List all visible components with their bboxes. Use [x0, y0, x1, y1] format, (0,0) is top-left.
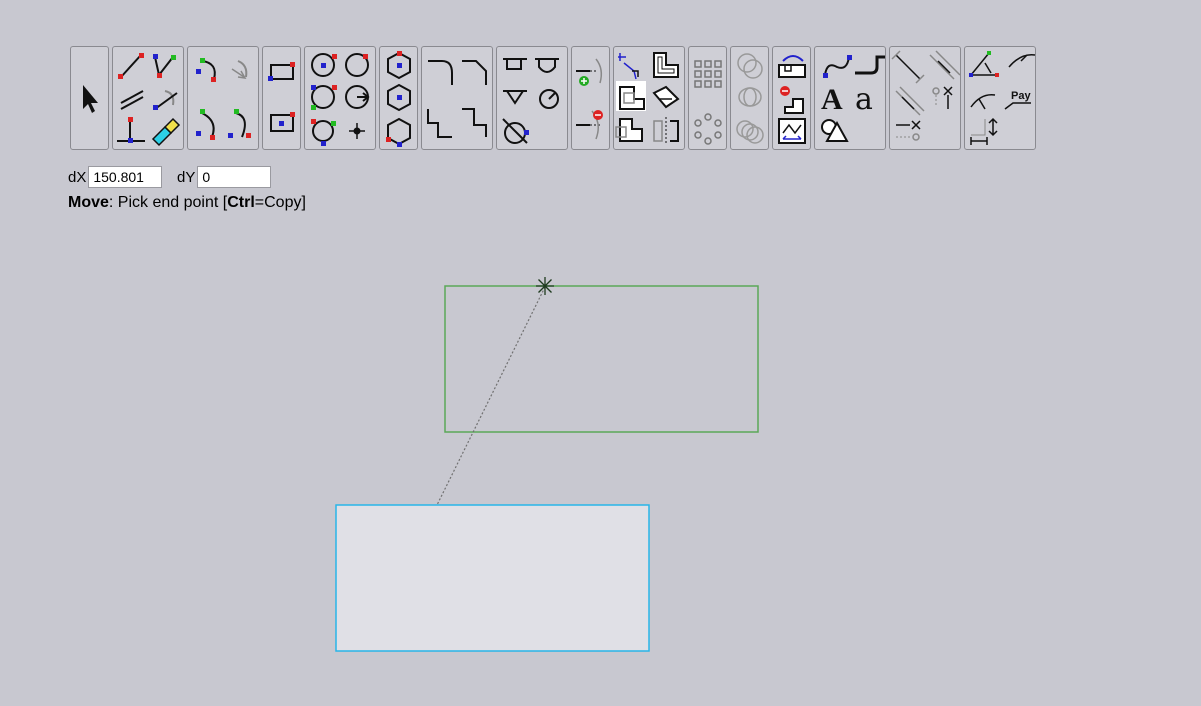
modifier-key: Ctrl	[227, 194, 255, 211]
circle-center-icon[interactable]	[311, 53, 337, 77]
toolbar-group-constraints	[889, 46, 961, 150]
arc-start-end-icon[interactable]	[196, 109, 215, 140]
trim-remove-icon[interactable]	[576, 110, 603, 140]
dy-input[interactable]	[197, 166, 272, 188]
ghost-rectangle	[444, 285, 759, 433]
snap-point-icon	[536, 277, 554, 295]
freehand-pencil-icon[interactable]	[151, 117, 181, 147]
selected-rectangle[interactable]	[335, 504, 650, 652]
pay-label-icon[interactable]: Pay	[1004, 90, 1031, 110]
command-name: Move	[68, 194, 109, 211]
corner-trim-icon[interactable]	[462, 108, 487, 137]
dy-field-group: dY	[177, 165, 272, 189]
keyhole-icon[interactable]	[539, 89, 559, 109]
toolbar: A a Pay	[0, 0, 1201, 160]
dy-label: dY	[177, 168, 196, 186]
pointer-icon[interactable]	[83, 85, 98, 113]
polyline-icon[interactable]	[153, 54, 176, 78]
fit-icon[interactable]	[778, 118, 806, 144]
circle-tangent-icon[interactable]	[311, 119, 336, 146]
toolbar-group-circles	[304, 46, 376, 150]
v-groove-icon[interactable]	[503, 90, 527, 105]
text-serif-icon[interactable]: a	[855, 82, 873, 117]
hexagon-inscribed-icon[interactable]	[387, 83, 411, 112]
toolbar-group-grooves	[496, 46, 568, 150]
circle-cut-icon[interactable]	[502, 118, 529, 144]
rectangle-corners-icon[interactable]	[268, 62, 295, 81]
horizontal-constraint-icon[interactable]	[896, 120, 921, 141]
linear-dimension-icon[interactable]	[970, 117, 998, 145]
toolbar-group-extend	[571, 46, 610, 150]
circle-radius-icon[interactable]	[345, 85, 370, 109]
parallel-constraint-icon[interactable]	[929, 50, 961, 80]
arc-3point-icon[interactable]	[196, 58, 216, 82]
svg-text:A: A	[821, 83, 843, 116]
toolbar-group-boolean	[613, 46, 685, 150]
shapes-icon[interactable]	[821, 119, 849, 142]
offset-inner-icon[interactable]	[738, 87, 762, 107]
convert-icon[interactable]	[778, 55, 806, 78]
angle-dimension-icon[interactable]	[969, 51, 999, 77]
circle-3point-icon[interactable]	[345, 53, 369, 77]
hexagon-edge-icon[interactable]	[386, 117, 411, 147]
toolbar-group-edit	[772, 46, 811, 150]
dx-label: dX	[68, 168, 87, 186]
toolbar-group-dimensions: Pay	[964, 46, 1036, 150]
toolbar-group-text: A a	[814, 46, 886, 150]
radius-dimension-icon[interactable]	[1008, 54, 1036, 68]
rect-array-icon[interactable]	[694, 60, 722, 88]
move-guide-line	[436, 286, 546, 506]
toolbar-group-arcs	[187, 46, 259, 150]
move-copy-icon[interactable]	[618, 53, 639, 80]
corner-icon[interactable]	[427, 109, 452, 138]
rectangle-center-icon[interactable]	[270, 112, 295, 132]
u-slot-icon[interactable]	[535, 58, 559, 73]
toolbar-group-select	[70, 46, 109, 150]
toolbar-group-arrays	[688, 46, 727, 150]
parallel-line-icon[interactable]	[120, 90, 144, 110]
extend-add-icon[interactable]	[576, 58, 603, 86]
toolbar-group-lines	[112, 46, 184, 150]
tangent-constraint-icon[interactable]	[895, 86, 925, 116]
prompt-text: : Pick end point [	[108, 194, 228, 211]
tangent-line-icon[interactable]	[153, 90, 178, 110]
offset-multiple-icon[interactable]	[736, 120, 764, 144]
slot-icon[interactable]	[503, 58, 527, 70]
offset-icon[interactable]	[737, 53, 763, 79]
text-sans-icon[interactable]: A	[821, 83, 843, 116]
hexagon-center-icon[interactable]	[387, 51, 411, 80]
rotate-shape-icon[interactable]	[652, 85, 680, 109]
svg-text:Pay: Pay	[1011, 90, 1031, 102]
circle-2point-icon[interactable]	[311, 85, 337, 110]
outline-icon[interactable]	[653, 52, 679, 78]
dx-input[interactable]	[88, 166, 163, 188]
line-icon[interactable]	[118, 53, 144, 79]
toolbar-group-fillets	[421, 46, 493, 150]
toolbar-group-rectangles	[262, 46, 301, 150]
toolbar-group-offset	[730, 46, 769, 150]
command-prompt: Move: Pick end point [Ctrl=Copy]	[68, 194, 306, 212]
point-icon[interactable]	[349, 123, 365, 139]
mirror-icon[interactable]	[653, 117, 679, 143]
subtract-icon[interactable]	[615, 118, 643, 142]
svg-text:a: a	[855, 82, 873, 117]
prompt-suffix: =Copy]	[254, 194, 306, 211]
dx-field-group: dX	[68, 165, 163, 189]
arc-dimension-icon[interactable]	[970, 94, 996, 110]
perpendicular-line-icon[interactable]	[117, 117, 145, 143]
delete-node-icon[interactable]	[780, 86, 804, 114]
bezier-icon[interactable]	[823, 55, 852, 78]
distance-constraint-icon[interactable]	[891, 50, 925, 84]
fillet-icon[interactable]	[428, 60, 453, 85]
arc-center-icon[interactable]	[231, 60, 248, 79]
path-icon[interactable]	[855, 55, 885, 75]
point-on-constraint-icon[interactable]	[932, 86, 953, 109]
arc-tangent-icon[interactable]	[228, 109, 251, 138]
union-icon[interactable]	[616, 81, 646, 111]
toolbar-group-polygons	[379, 46, 418, 150]
chamfer-icon[interactable]	[462, 60, 487, 85]
polar-array-icon[interactable]	[694, 113, 722, 145]
